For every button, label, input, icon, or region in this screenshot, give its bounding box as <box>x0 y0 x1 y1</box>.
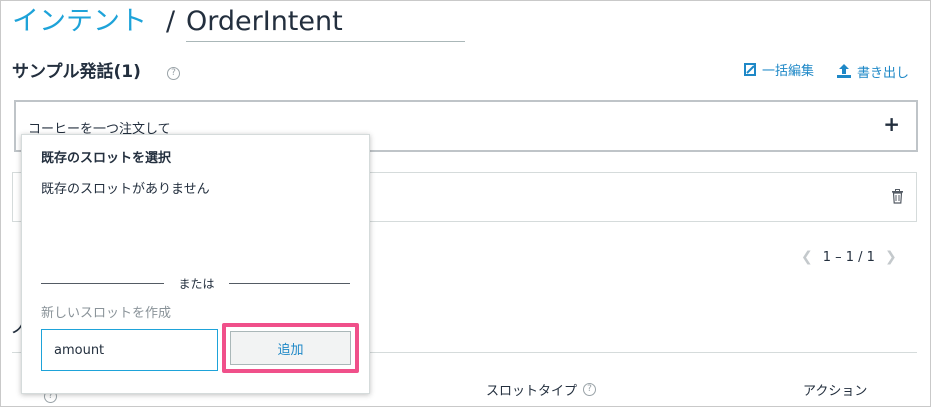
help-icon[interactable]: ? <box>583 383 597 396</box>
no-slots-message: 既存のスロットがありません <box>41 182 210 197</box>
breadcrumb-separator: / <box>166 6 176 37</box>
add-utterance-icon[interactable]: + <box>883 112 900 136</box>
sample-utterances-title: サンプル発話(1) <box>12 62 141 82</box>
upload-icon <box>836 63 852 84</box>
trash-icon[interactable] <box>891 189 904 208</box>
slot-select-popover: 既存のスロットを選択 既存のスロットがありません または 新しいスロットを作成 … <box>21 134 370 394</box>
column-header-slot-type: スロットタイプ ? <box>486 380 597 399</box>
bulk-edit-button[interactable]: 一括編集 <box>744 63 814 81</box>
add-button-highlight: 追加 <box>222 323 359 373</box>
intent-name-field[interactable]: OrderIntent <box>186 2 465 42</box>
pagination: ❮ 1 – 1 / 1 ❯ <box>801 249 897 265</box>
pagination-label: 1 – 1 / 1 <box>822 249 875 265</box>
chevron-left-icon[interactable]: ❮ <box>801 249 813 265</box>
create-new-slot-label: 新しいスロットを作成 <box>41 306 172 321</box>
column-header-action: アクション <box>803 384 868 399</box>
new-slot-name-input[interactable] <box>41 329 218 371</box>
divider <box>229 283 350 284</box>
popover-title: 既存のスロットを選択 <box>41 151 172 166</box>
export-button[interactable]: 書き出し <box>836 63 909 84</box>
chevron-right-icon[interactable]: ❯ <box>885 249 897 265</box>
add-slot-button[interactable]: 追加 <box>230 331 351 365</box>
divider <box>41 283 164 284</box>
breadcrumb-intents-link[interactable]: インテント <box>12 2 147 42</box>
or-label: または <box>178 277 215 291</box>
bulk-edit-icon <box>744 63 757 81</box>
export-label: 書き出し <box>857 65 910 81</box>
help-icon[interactable]: ? <box>167 67 180 80</box>
slot-type-label: スロットタイプ <box>486 384 578 399</box>
bulk-edit-label: 一括編集 <box>762 64 815 79</box>
